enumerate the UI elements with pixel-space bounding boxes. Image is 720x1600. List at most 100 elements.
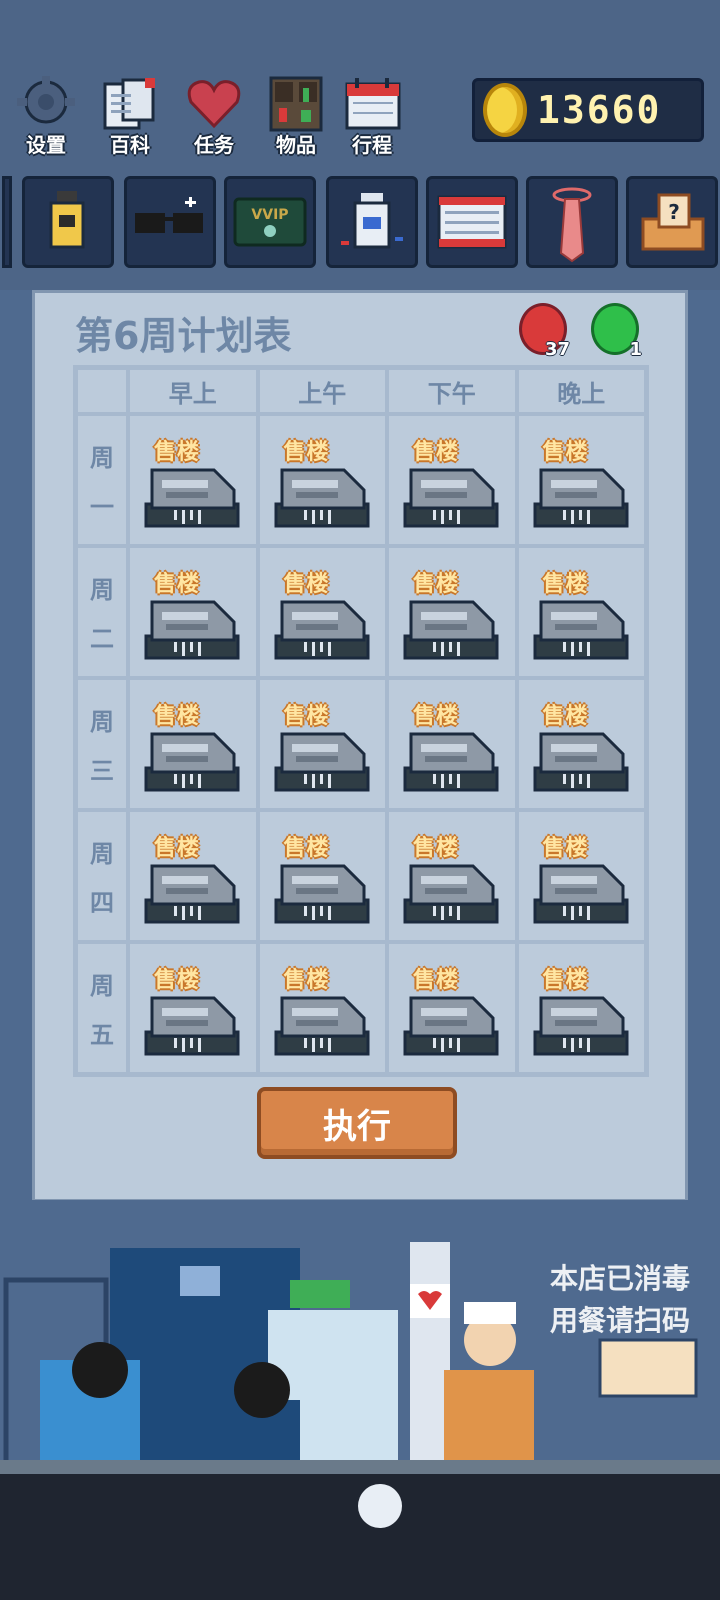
schedule-slot[interactable]: 售楼 xyxy=(128,414,258,546)
schedule-slot[interactable]: 售楼 xyxy=(516,546,646,678)
schedule-slot[interactable]: 售楼 xyxy=(128,942,258,1074)
schedule-slot[interactable]: 售楼 xyxy=(387,414,517,546)
column-header-early-morning: 早上 xyxy=(128,368,258,414)
schedule-slot[interactable]: 售楼 xyxy=(128,546,258,678)
sales-office-icon xyxy=(144,596,240,660)
day-label-number: 三 xyxy=(90,757,114,785)
execute-button[interactable]: 执行 xyxy=(257,1087,457,1159)
grid-corner xyxy=(76,368,128,414)
schedule-button[interactable]: 行程 xyxy=(334,76,410,158)
perfume-bottle-icon xyxy=(49,191,85,249)
sales-office-icon xyxy=(403,728,499,792)
sales-office-icon xyxy=(144,992,240,1056)
day-label-number: 四 xyxy=(90,889,114,917)
item-slot-medicine[interactable] xyxy=(326,176,418,268)
schedule-slot[interactable]: 售楼 xyxy=(387,546,517,678)
schedule-slot[interactable]: 售楼 xyxy=(516,942,646,1074)
schedule-label: 行程 xyxy=(352,133,392,157)
schedule-slot[interactable]: 售楼 xyxy=(516,810,646,942)
encyclopedia-icon xyxy=(101,76,159,132)
green-gem-count: 1 xyxy=(629,339,642,360)
calendar-icon xyxy=(437,195,507,249)
schedule-slot[interactable]: 售楼 xyxy=(387,942,517,1074)
sunglasses-icon xyxy=(135,197,203,233)
activity-label: 售楼 xyxy=(413,704,460,729)
schedule-slot[interactable]: 售楼 xyxy=(257,546,387,678)
schedule-slot[interactable]: 售楼 xyxy=(128,810,258,942)
item-bar: VVIP ? xyxy=(0,176,720,268)
red-gem-count: 37 xyxy=(544,339,570,360)
sales-office-icon xyxy=(403,596,499,660)
gear-icon xyxy=(17,76,75,132)
item-slot-edge xyxy=(2,176,12,268)
schedule-slot[interactable]: 售楼 xyxy=(257,942,387,1074)
schedule-slot[interactable]: 售楼 xyxy=(387,810,517,942)
sales-office-icon xyxy=(533,728,629,792)
item-slot-calendar[interactable] xyxy=(426,176,518,268)
schedule-slot[interactable]: 售楼 xyxy=(257,810,387,942)
top-menu-bar: 设置 百科 任务 物品 行程 13660 xyxy=(0,70,720,160)
row-header-day: 周四 xyxy=(76,810,128,942)
sales-office-icon xyxy=(274,728,370,792)
activity-label: 售楼 xyxy=(154,572,201,597)
sales-office-icon xyxy=(403,860,499,924)
settings-button[interactable]: 设置 xyxy=(8,76,84,158)
activity-label: 售楼 xyxy=(413,968,460,993)
green-gem-counter: 1 xyxy=(591,303,642,360)
schedule-slot[interactable]: 售楼 xyxy=(128,678,258,810)
schedule-slot[interactable]: 售楼 xyxy=(516,678,646,810)
sales-office-icon xyxy=(533,860,629,924)
sales-office-icon xyxy=(144,860,240,924)
coin-icon xyxy=(483,83,527,137)
row-header-day: 周五 xyxy=(76,942,128,1074)
day-label-number: 一 xyxy=(90,493,114,521)
column-header-afternoon: 下午 xyxy=(387,368,517,414)
sales-office-icon xyxy=(533,596,629,660)
activity-label: 售楼 xyxy=(283,572,330,597)
items-button[interactable]: 物品 xyxy=(258,76,334,158)
item-slot-perfume[interactable] xyxy=(22,176,114,268)
activity-label: 售楼 xyxy=(154,704,201,729)
coin-counter: 13660 xyxy=(472,78,704,142)
red-gem-counter: 37 xyxy=(519,303,570,360)
sales-office-icon xyxy=(403,464,499,528)
item-slot-necktie[interactable] xyxy=(526,176,618,268)
activity-label: 售楼 xyxy=(413,440,460,465)
sales-office-icon xyxy=(403,992,499,1056)
activity-label: 售楼 xyxy=(283,836,330,861)
diner-scene: 本店已消毒 用餐请扫码 xyxy=(0,1200,720,1600)
schedule-slot[interactable]: 售楼 xyxy=(516,414,646,546)
sales-office-icon xyxy=(274,596,370,660)
item-slot-sunglasses[interactable] xyxy=(124,176,216,268)
tasks-button[interactable]: 任务 xyxy=(176,76,252,158)
sales-office-icon xyxy=(274,464,370,528)
item-slot-vvip-card[interactable]: VVIP xyxy=(224,176,316,268)
encyclopedia-button[interactable]: 百科 xyxy=(92,76,168,158)
activity-label: 售楼 xyxy=(283,968,330,993)
schedule-slot[interactable]: 售楼 xyxy=(257,414,387,546)
sign-line-2: 用餐请扫码 xyxy=(549,1304,690,1337)
sales-office-icon xyxy=(144,728,240,792)
activity-label: 售楼 xyxy=(542,440,589,465)
day-label-prefix: 周 xyxy=(90,972,114,1000)
sales-office-icon xyxy=(533,992,629,1056)
vvip-card-text: VVIP xyxy=(251,207,288,223)
coin-amount: 13660 xyxy=(537,88,662,132)
sales-office-icon xyxy=(274,992,370,1056)
schedule-slot[interactable]: 售楼 xyxy=(257,678,387,810)
item-slot-mystery-box[interactable]: ? xyxy=(626,176,718,268)
tasks-label: 任务 xyxy=(194,133,234,157)
shelf-icon xyxy=(267,76,325,132)
weekly-schedule-panel: 第6周计划表 37 1 早上 上午 下午 晚上 周一售楼 售楼 售楼 售楼周二售楼 售楼… xyxy=(32,290,688,1202)
day-label-prefix: 周 xyxy=(90,708,114,736)
day-label-number: 五 xyxy=(90,1021,114,1049)
schedule-slot[interactable]: 售楼 xyxy=(387,678,517,810)
schedule-grid: 早上 上午 下午 晚上 周一售楼 售楼 售楼 售楼周二售楼 售楼 售楼 售楼周三售楼 售楼 售楼… xyxy=(73,365,649,1077)
sales-office-icon xyxy=(533,464,629,528)
activity-label: 售楼 xyxy=(542,968,589,993)
day-label-prefix: 周 xyxy=(90,444,114,472)
column-header-evening: 晚上 xyxy=(516,368,646,414)
medicine-bottle-icon xyxy=(341,193,403,249)
activity-label: 售楼 xyxy=(154,968,201,993)
sales-office-icon xyxy=(144,464,240,528)
